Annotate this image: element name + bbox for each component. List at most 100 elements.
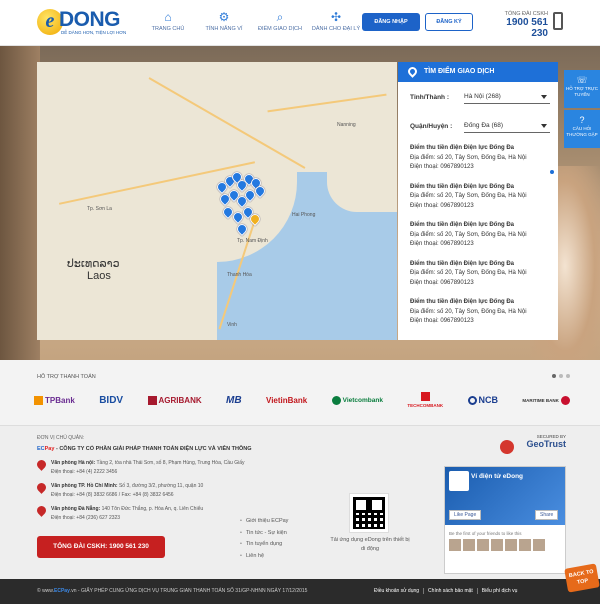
privacy-link[interactable]: Chính sách bảo mật [424, 588, 478, 594]
bottom-bar: © www.ECPay.vn - GIẤY PHÉP CUNG ỨNG DỊCH… [0, 579, 600, 604]
map-label: Thanh Hóa [227, 272, 252, 278]
logo-text: DONG [59, 8, 121, 31]
nav-label: ĐIỂM GIAO DỊCH [257, 26, 302, 32]
footer-link[interactable]: Tin tức - Sự kiện [240, 528, 288, 540]
fees-link[interactable]: Biểu phí dịch vụ [478, 588, 522, 594]
bank-logo-ncb[interactable]: NCB [467, 395, 498, 405]
footer-link[interactable]: Liên hệ [240, 551, 288, 563]
facebook-avatar [449, 471, 469, 491]
footer-link[interactable]: Giới thiệu ECPay [240, 516, 288, 528]
result-phone: Điện thoại: 0967890123 [410, 318, 474, 324]
geotrust-badge[interactable]: SECURED BY GeoTrust [500, 434, 566, 456]
bank-logo-maritime[interactable]: MARITIME BANK [522, 395, 570, 405]
carousel-dot[interactable] [566, 374, 570, 378]
district-label: Quận/Huyện : [410, 123, 453, 130]
policy-links: Điều khoản sử dụng Chính sách bảo mật Bi… [370, 588, 521, 594]
facebook-friends-text: Be the first of your friends to like thi… [449, 531, 522, 536]
techcombank-icon [420, 392, 430, 401]
register-button[interactable]: ĐĂNG KÝ [425, 13, 473, 31]
map-label: Tp. Nam Định [237, 238, 268, 244]
bank-logo-techcombank[interactable]: TECHCOMBANK [407, 392, 443, 408]
search-panel: TÌM ĐIỂM GIAO DỊCH Tỉnh/Thành : Hà Nội (… [398, 62, 558, 340]
location-pin-icon [35, 458, 48, 471]
hotline-number: 1900 561 230 [506, 17, 548, 39]
bank-logos: TPBank BIDV AGRIBANK MB VietinBank Vietc… [34, 392, 570, 408]
facebook-share-button[interactable]: Share [535, 510, 559, 520]
faq-widget[interactable]: ? CÂU HỎI THƯỜNG GẶP [564, 110, 600, 148]
map-land-laos [37, 212, 217, 340]
site-header: e DONG DỄ DÀNG HƠN, TIỆN LỢI HƠN ⌂ TRANG… [0, 0, 600, 46]
nav-item-agents[interactable]: ✣ DÀNH CHO ĐẠI LÝ [308, 8, 364, 32]
gear-icon: ⚙ [218, 10, 230, 24]
district-filter: Quận/Huyện : Đống Đa (68) [398, 115, 558, 138]
result-phone: Điện thoại: 0967890123 [410, 241, 474, 247]
result-address: Địa điểm: số 20, Tây Sơn, Đống Đa, Hà Nộ… [410, 193, 527, 199]
office-address: Số 3, đường 3/2, phường 11, quận 10 [118, 483, 204, 489]
bank-logo-mb[interactable]: MB [226, 395, 242, 406]
map-label: Hai Phong [292, 212, 316, 218]
login-button[interactable]: ĐĂNG NHẬP [362, 13, 420, 31]
district-select[interactable]: Đống Đa (68) [464, 119, 550, 133]
result-item[interactable]: Điểm thu tiền điện Điện lực Đống Đa Địa … [410, 144, 550, 173]
footer-hotline-button[interactable]: TỔNG ĐÀI CSKH: 1900 561 230 [37, 536, 165, 558]
bank-logo-vietcombank[interactable]: Vietcombank [331, 395, 383, 405]
footer-link[interactable]: Tin tuyển dụng [240, 539, 288, 551]
province-select[interactable]: Hà Nội (268) [464, 90, 550, 104]
result-item[interactable]: Điểm thu tiền điện Điện lực Đống Đa Địa … [410, 221, 550, 250]
facebook-like-button[interactable]: Like Page [449, 510, 482, 520]
result-item[interactable]: Điểm thu tiền điện Điện lực Đống Đa Địa … [410, 298, 550, 327]
avatar [533, 539, 545, 551]
edong-logo[interactable]: e DONG DỄ DÀNG HƠN, TIỆN LỢI HƠN [37, 8, 126, 38]
result-item[interactable]: Điểm thu tiền điện Điện lực Đống Đa Địa … [410, 183, 550, 212]
result-phone: Điện thoại: 0967890123 [410, 279, 474, 286]
office-address: 140 Tôn Đức Thắng, p. Hòa An, q. Liên Ch… [101, 506, 204, 512]
terms-link[interactable]: Điều khoản sử dụng [370, 588, 425, 594]
carousel-dots [552, 374, 570, 378]
copyright-suffix: .vn - GIẤY PHÉP CUNG ỨNG DỊCH VỤ TRUNG G… [69, 588, 308, 594]
payment-partners: HỖ TRỢ THANH TOÁN TPBank BIDV AGRIBANK M… [0, 360, 600, 425]
vietcombank-icon [331, 395, 341, 405]
online-support-widget[interactable]: ☏ HỖ TRỢ TRỰC TUYẾN [564, 70, 600, 108]
app-qr-code[interactable] [349, 493, 389, 533]
office-phone: Điện thoại: +84 (4) 2222 3456 [51, 468, 118, 475]
bank-name: TPBank [45, 395, 75, 405]
company-fullname: - CÔNG TY CỔ PHẦN GIẢI PHÁP THANH TOÁN Đ… [54, 446, 252, 452]
avatar [491, 539, 503, 551]
result-address: Địa điểm: số 20, Tây Sơn, Đống Đa, Hà Nộ… [410, 270, 527, 276]
map-label: Nanning [337, 122, 356, 128]
result-item[interactable]: Điểm thu tiền điện Điện lực Đống Đa Địa … [410, 260, 550, 289]
nav-item-home[interactable]: ⌂ TRANG CHỦ [140, 8, 196, 32]
nav-item-wallet-features[interactable]: ⚙ TÍNH NĂNG VÍ [196, 8, 252, 32]
carousel-dot[interactable] [552, 374, 556, 378]
bank-logo-agribank[interactable]: AGRIBANK [147, 395, 202, 405]
result-name: Điểm thu tiền điện Điện lực Đống Đa [410, 183, 515, 190]
facebook-faces [445, 539, 565, 551]
bank-logo-vietinbank[interactable]: VietinBank [266, 396, 307, 405]
avatar [519, 539, 531, 551]
office-phone: Điện thoại: +84 (236) 627 2323 [51, 514, 121, 521]
results-list: Điểm thu tiền điện Điện lực Đống Đa Địa … [410, 144, 550, 337]
bank-name: TECHCOMBANK [407, 403, 444, 408]
nav-item-transaction-points[interactable]: ⌕ ĐIỂM GIAO DỊCH [252, 8, 308, 32]
bank-logo-tpbank[interactable]: TPBank [34, 395, 75, 405]
bank-name: Vietcombank [342, 396, 383, 404]
province-filter: Tỉnh/Thành : Hà Nội (268) [398, 86, 558, 109]
network-icon: ✣ [330, 10, 342, 24]
maritime-icon [560, 395, 570, 405]
carousel-dot[interactable] [559, 374, 563, 378]
province-value: Hà Nội (268) [464, 93, 501, 100]
bank-logo-bidv[interactable]: BIDV [99, 395, 123, 406]
phone-icon [553, 12, 563, 30]
copyright-brand[interactable]: ECPay [54, 588, 70, 594]
chat-icon: ☏ [576, 75, 588, 85]
facebook-page-title[interactable]: Ví điện tử eDong [471, 473, 523, 480]
company-name: ECPay - CÔNG TY CỔ PHẦN GIẢI PHÁP THANH … [37, 446, 252, 452]
result-address: Địa điểm: số 20, Tây Sơn, Đống Đa, Hà Nộ… [410, 308, 527, 315]
scrollbar-thumb[interactable] [550, 170, 554, 174]
office-title: Văn phòng Đà Nẵng: [51, 506, 101, 512]
transaction-map[interactable]: Tp. Sơn La Vinh Tp. Nam Định Thanh Hóa N… [37, 62, 397, 340]
header-hotline: TỔNG ĐÀI CSKH 1900 561 230 [488, 11, 548, 39]
panel-header: TÌM ĐIỂM GIAO DỊCH [398, 62, 558, 82]
office-danang: Văn phòng Đà Nẵng: 140 Tôn Đức Thắng, p.… [35, 504, 204, 522]
bank-name: MB [226, 394, 242, 406]
